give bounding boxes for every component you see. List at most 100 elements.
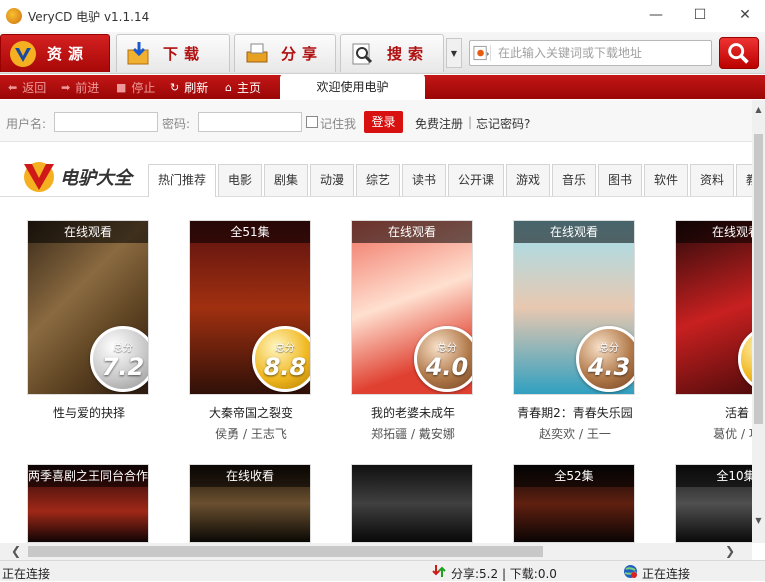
category-tab[interactable]: 读书 [402, 164, 446, 196]
tab-resources-label: 资源 [47, 45, 90, 63]
status-bar: 正在连接 分享:5.2 | 下载:0.0 正在连接 [0, 560, 765, 581]
scroll-down-icon[interactable]: ▼ [752, 514, 765, 528]
category-tab[interactable]: 动漫 [310, 164, 354, 196]
category-tab[interactable]: 音乐 [552, 164, 596, 196]
forgot-password-link[interactable]: 忘记密码? [476, 115, 530, 132]
back-label: 返回 [22, 81, 47, 95]
score-value: 4.3 [587, 352, 631, 381]
score-label: 总分 [599, 342, 619, 354]
password-field[interactable] [198, 112, 302, 132]
score-value: 8.8 [263, 352, 307, 381]
tab-resources[interactable]: 资源 [0, 34, 110, 72]
movie-title-link[interactable]: 我的老婆未成年 [352, 404, 474, 421]
movie-poster-card[interactable]: 在线观看总分 4.3 [513, 220, 635, 395]
scroll-right-icon[interactable]: ❯ [722, 544, 738, 559]
home-label: 主页 [236, 81, 261, 95]
stop-button[interactable]: ■ 停止 [116, 79, 155, 96]
poster-badge: 全52集 [514, 465, 634, 487]
link-separator: | [468, 115, 473, 129]
category-tab[interactable]: 综艺 [356, 164, 400, 196]
movie-poster-card[interactable] [351, 464, 473, 543]
movie-actors[interactable]: 郑拓疆 / 戴安娜 [352, 425, 474, 442]
score-value: 7.2 [101, 352, 145, 381]
forward-arrow-icon: ➡ [61, 81, 71, 94]
category-tab[interactable]: 剧集 [264, 164, 308, 196]
login-bar: 用户名: 密码: 记住我 登录 免费注册 | 忘记密码? [0, 100, 752, 142]
stop-icon: ■ [116, 81, 127, 94]
download-box-icon [127, 41, 149, 64]
horizontal-scrollbar[interactable]: ❮ ❯ [0, 543, 752, 560]
movie-poster-card[interactable]: 在线观看总分 4.0 [351, 220, 473, 395]
category-tab[interactable]: 资料 [690, 164, 734, 196]
username-label: 用户名: [6, 117, 47, 131]
verycd-v-logo-icon [24, 162, 54, 192]
movie-actors[interactable]: 侯勇 / 王志飞 [190, 425, 312, 442]
password-label: 密码: [162, 117, 191, 131]
tab-share[interactable]: 分享 [234, 34, 336, 72]
category-tab[interactable]: 游戏 [506, 164, 550, 196]
maximize-button[interactable]: ☐ [686, 4, 714, 26]
scroll-up-icon[interactable]: ▲ [752, 103, 765, 117]
remember-checkbox[interactable] [306, 116, 318, 128]
forward-button[interactable]: ➡ 前进 [61, 79, 99, 96]
search-dropdown-button[interactable]: ▼ [446, 38, 462, 68]
movie-poster-card[interactable]: 在线观看总分 7.2 [27, 220, 149, 395]
register-link[interactable]: 免费注册 [415, 115, 463, 132]
poster-badge: 在线观看 [352, 221, 472, 243]
back-button[interactable]: ⬅ 返回 [8, 79, 46, 96]
scroll-left-icon[interactable]: ❮ [8, 544, 24, 559]
score-medal: 总分 4.0 [414, 326, 472, 392]
stop-label: 停止 [131, 81, 156, 95]
search-box [469, 40, 712, 66]
movie-title-link[interactable]: 青春期2：青春失乐园 [514, 404, 636, 421]
category-divider [0, 196, 752, 197]
movie-poster-card[interactable]: 全52集 [513, 464, 635, 543]
movie-poster-card[interactable]: 在线收看 [189, 464, 311, 543]
refresh-icon: ↻ [170, 81, 180, 94]
share-printer-icon [246, 43, 268, 62]
category-tab[interactable]: 公开课 [448, 164, 504, 196]
score-label: 总分 [113, 342, 133, 354]
tab-search[interactable]: 搜索 [340, 34, 444, 72]
refresh-button[interactable]: ↻ 刷新 [170, 79, 208, 96]
refresh-label: 刷新 [184, 81, 209, 95]
poster-badge: 在线收看 [190, 465, 310, 487]
category-tab[interactable]: 电影 [218, 164, 262, 196]
tab-download[interactable]: 下载 [116, 34, 230, 72]
vertical-scrollbar[interactable]: ▲ ▼ [752, 100, 765, 543]
poster-badge: 在线观看 [514, 221, 634, 243]
movie-actors[interactable]: 赵奕欢 / 王一 [514, 425, 636, 442]
poster-badge: 两季喜剧之王同台合作 [28, 465, 148, 487]
movie-poster-card[interactable]: 全51集总分 8.8 [189, 220, 311, 395]
username-field[interactable] [54, 112, 158, 132]
movie-title-link[interactable]: 大秦帝国之裂变 [190, 404, 312, 421]
poster-badge: 全51集 [190, 221, 310, 243]
score-label: 总分 [437, 342, 457, 354]
search-button[interactable] [719, 37, 759, 69]
category-tab[interactable]: 软件 [644, 164, 688, 196]
login-button[interactable]: 登录 [364, 111, 403, 133]
tab-welcome[interactable]: 欢迎使用电驴 [280, 74, 425, 100]
score-medal: 总分 7.2 [90, 326, 148, 392]
score-medal: 总分 8.8 [252, 326, 310, 392]
movie-title-link[interactable]: 性与爱的抉择 [28, 404, 150, 421]
status-connection-right: 正在连接 [642, 567, 691, 581]
tab-search-label: 搜索 [387, 45, 430, 63]
score-medal: 总分 4.3 [576, 326, 634, 392]
movie-poster-card[interactable]: 两季喜剧之王同台合作 [27, 464, 149, 543]
minimize-button[interactable]: — [642, 4, 670, 26]
poster-badge: 在线观看 [28, 221, 148, 243]
close-button[interactable]: ✕ [731, 4, 759, 26]
main-toolbar: 资源 下载 分享 搜索 ▼ [0, 32, 765, 74]
horizontal-scroll-thumb[interactable] [28, 546, 543, 557]
verycd-logo-icon [10, 40, 36, 67]
category-tab[interactable]: 热门推荐 [148, 164, 216, 197]
search-doc-icon [352, 43, 373, 64]
search-input[interactable] [498, 44, 708, 62]
category-tab[interactable]: 图书 [598, 164, 642, 196]
vertical-scroll-thumb[interactable] [754, 134, 763, 424]
tab-download-label: 下载 [163, 45, 206, 63]
search-engine-icon[interactable] [473, 45, 491, 61]
home-button[interactable]: ⌂ 主页 [225, 79, 261, 96]
app-logo-icon [6, 8, 22, 24]
